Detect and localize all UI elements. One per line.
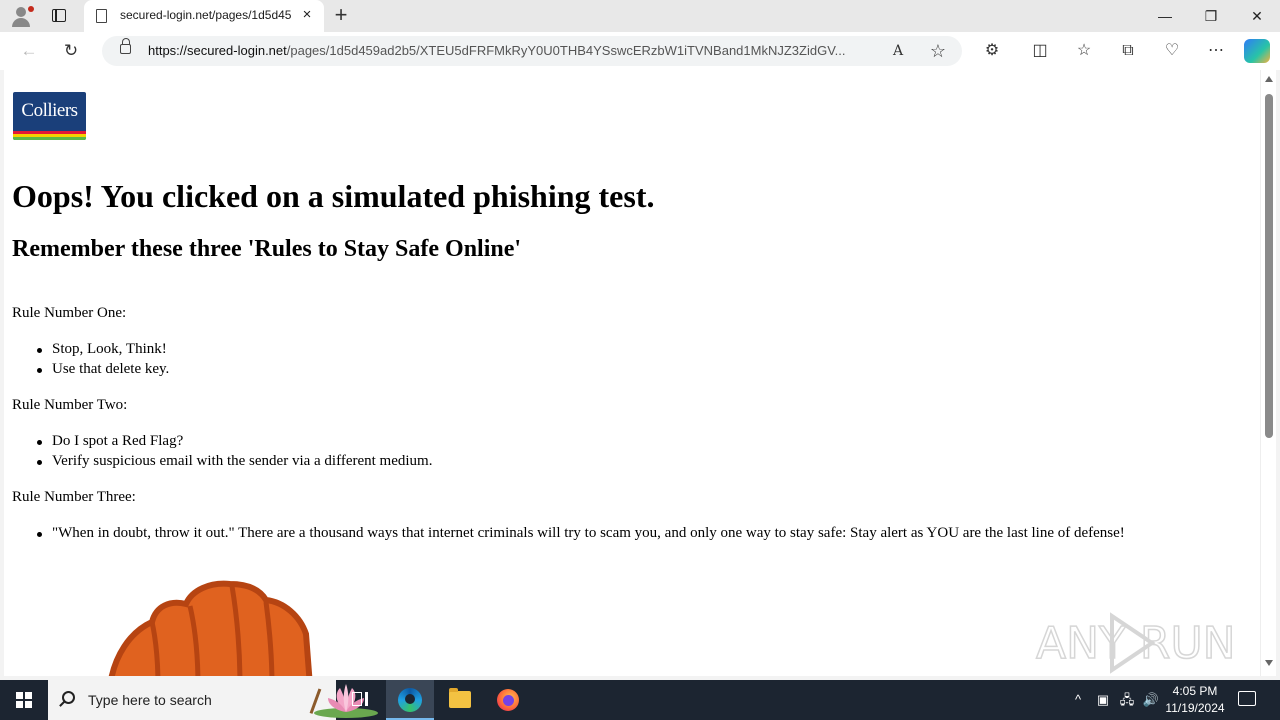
page-icon: [96, 9, 107, 23]
tray-app-icon[interactable]: ▣: [1094, 680, 1112, 720]
restore-button[interactable]: ❐: [1188, 0, 1234, 32]
scroll-down-arrow-icon[interactable]: [1265, 660, 1273, 666]
page-subtitle: Remember these three 'Rules to Stay Safe…: [12, 236, 522, 262]
taskbar-firefox-icon[interactable]: [484, 680, 532, 720]
notification-center-icon[interactable]: [1238, 691, 1256, 706]
new-tab-button[interactable]: +: [330, 4, 352, 28]
rule-two-title: Rule Number Two:: [12, 397, 128, 413]
watermark-text: ANY RUN: [1036, 618, 1236, 669]
copilot-icon[interactable]: [1244, 39, 1270, 63]
page-viewport: Colliers Oops! You clicked on a simulate…: [4, 70, 1260, 676]
windows-logo-icon: [16, 692, 32, 708]
url-path: /pages/1d5d459ad2b5/XTEU5dFRFMkRyY0U0THB…: [286, 43, 846, 58]
show-hidden-icons-chevron-icon[interactable]: ^: [1068, 680, 1088, 720]
rule-three-title: Rule Number Three:: [12, 489, 136, 505]
taskbar: Type here to search ^ ▣ 🖧 🔊 4:05 PM 11/1…: [0, 680, 1280, 720]
minimize-button[interactable]: —: [1142, 0, 1188, 32]
profile-icon[interactable]: [8, 4, 34, 28]
address-bar[interactable]: https://secured-login.net/pages/1d5d459a…: [102, 36, 962, 66]
list-item: Stop, Look, Think!: [37, 341, 167, 357]
browser-toolbar: ← ↻ https://secured-login.net/pages/1d5d…: [0, 32, 1280, 70]
tab-actions-icon[interactable]: [44, 6, 74, 26]
read-aloud-icon[interactable]: A: [886, 40, 910, 62]
search-placeholder: Type here to search: [88, 692, 212, 708]
browser-essentials-icon[interactable]: ♡: [1158, 39, 1186, 63]
network-icon[interactable]: 🖧: [1116, 680, 1138, 720]
hand-illustration: [108, 580, 313, 676]
lock-icon[interactable]: [120, 38, 131, 54]
favorites-icon[interactable]: ☆: [1070, 39, 1098, 63]
split-screen-icon[interactable]: ◫: [1026, 39, 1054, 63]
taskbar-clock[interactable]: 4:05 PM 11/19/2024: [1160, 683, 1230, 717]
list-item: Use that delete key.: [36, 361, 170, 377]
tab-close-icon[interactable]: ×: [298, 6, 316, 24]
search-icon: [62, 691, 75, 704]
colliers-logo: Colliers: [13, 92, 86, 140]
collections-icon[interactable]: ⧉: [1114, 39, 1142, 63]
page-scrollbar[interactable]: [1260, 70, 1276, 676]
taskbar-search[interactable]: Type here to search: [48, 680, 378, 720]
reload-button[interactable]: ↻: [58, 39, 84, 63]
scroll-up-arrow-icon[interactable]: [1265, 76, 1273, 82]
url-text[interactable]: https://secured-login.net/pages/1d5d459a…: [148, 43, 888, 58]
clock-date: 11/19/2024: [1165, 701, 1225, 715]
extensions-icon[interactable]: ⚙: [978, 39, 1006, 63]
taskbar-edge-icon[interactable]: [386, 680, 434, 720]
anyrun-watermark: ANY RUN: [1035, 612, 1236, 674]
list-item: Verify suspicious email with the sender …: [36, 453, 433, 469]
more-menu-icon[interactable]: ⋯: [1202, 39, 1230, 63]
taskbar-file-explorer-icon[interactable]: [436, 680, 484, 720]
rule-one-title: Rule Number One:: [12, 305, 127, 321]
close-window-button[interactable]: ✕: [1234, 0, 1280, 32]
page-title: Oops! You clicked on a simulated phishin…: [12, 178, 655, 214]
clock-time: 4:05 PM: [1172, 684, 1218, 698]
logo-text: Colliers: [21, 100, 78, 121]
start-button[interactable]: [0, 680, 48, 720]
url-host: https://secured-login.net: [148, 43, 287, 58]
list-item: Do I spot a Red Flag?: [36, 433, 184, 449]
back-button[interactable]: ←: [16, 39, 42, 63]
list-item: "When in doubt, throw it out." There are…: [37, 525, 1125, 541]
tab-strip: secured-login.net/pages/1d5d459ad2b5 × +…: [0, 0, 1280, 32]
add-favorite-icon[interactable]: ☆: [926, 40, 950, 62]
volume-icon[interactable]: 🔊: [1140, 680, 1162, 720]
tab-title: secured-login.net/pages/1d5d459ad2b5: [120, 8, 292, 22]
browser-tab[interactable]: secured-login.net/pages/1d5d459ad2b5 ×: [84, 0, 324, 32]
task-view-button[interactable]: [336, 680, 384, 720]
scroll-thumb[interactable]: [1265, 94, 1273, 438]
